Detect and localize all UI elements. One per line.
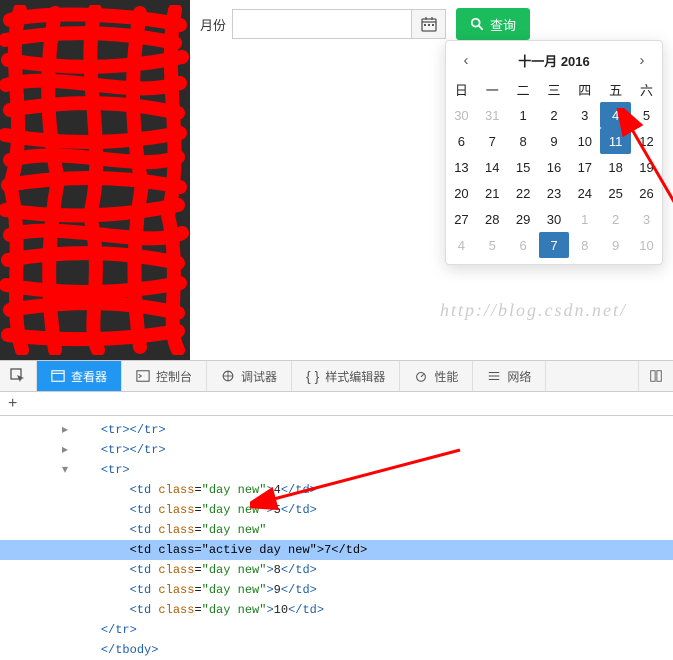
day-cell[interactable]: 2 bbox=[539, 102, 570, 128]
source-line[interactable]: </tbody> bbox=[62, 640, 673, 660]
calendar-button[interactable] bbox=[412, 9, 446, 39]
weekday-header: 二 bbox=[508, 76, 539, 102]
weekday-header: 一 bbox=[477, 76, 508, 102]
day-cell[interactable]: 5 bbox=[631, 102, 662, 128]
calendar-icon bbox=[421, 16, 437, 32]
day-cell[interactable]: 24 bbox=[569, 180, 600, 206]
day-cell[interactable]: 3 bbox=[631, 206, 662, 232]
month-input[interactable] bbox=[232, 9, 412, 39]
day-cell[interactable]: 2 bbox=[600, 206, 631, 232]
day-cell[interactable]: 8 bbox=[508, 128, 539, 154]
devtools-options-icon[interactable] bbox=[638, 361, 673, 391]
day-cell[interactable]: 7 bbox=[477, 128, 508, 154]
new-tab-button[interactable]: + bbox=[0, 392, 673, 416]
day-cell[interactable]: 10 bbox=[631, 232, 662, 258]
tab-inspector[interactable]: 查看器 bbox=[37, 361, 122, 391]
datepicker-title[interactable]: 十一月 2016 bbox=[518, 51, 590, 70]
day-cell[interactable]: 17 bbox=[569, 154, 600, 180]
day-cell[interactable]: 28 bbox=[477, 206, 508, 232]
weekday-header: 四 bbox=[569, 76, 600, 102]
day-cell[interactable]: 27 bbox=[446, 206, 477, 232]
tab-inspector-label: 查看器 bbox=[71, 368, 107, 385]
source-line[interactable]: <td class="day new">10</td> bbox=[62, 600, 673, 620]
day-cell[interactable]: 6 bbox=[508, 232, 539, 258]
source-line[interactable]: <td class="day new">8</td> bbox=[62, 560, 673, 580]
day-cell[interactable]: 30 bbox=[539, 206, 570, 232]
datepicker-grid: 日一二三四五六 30311234567891011121314151617181… bbox=[446, 76, 662, 258]
day-cell[interactable]: 3 bbox=[569, 102, 600, 128]
day-cell[interactable]: 5 bbox=[477, 232, 508, 258]
html-source-panel[interactable]: ▸ <tr></tr>▸ <tr></tr>▾ <tr> <td class="… bbox=[0, 416, 673, 660]
source-line[interactable]: <td class="active day new">7</td> bbox=[0, 540, 673, 560]
tab-perf-label: 性能 bbox=[434, 368, 458, 385]
source-line[interactable]: ▸ <tr></tr> bbox=[62, 440, 673, 460]
next-month-button[interactable]: › bbox=[632, 52, 652, 69]
day-cell[interactable]: 21 bbox=[477, 180, 508, 206]
day-cell[interactable]: 13 bbox=[446, 154, 477, 180]
source-line[interactable]: <td class="day new">4</td> bbox=[62, 480, 673, 500]
prev-month-button[interactable]: ‹ bbox=[456, 52, 476, 69]
source-line[interactable]: <td class="day new" bbox=[62, 520, 673, 540]
day-cell[interactable]: 14 bbox=[477, 154, 508, 180]
day-cell[interactable]: 18 bbox=[600, 154, 631, 180]
weekday-header: 五 bbox=[600, 76, 631, 102]
inspect-element-icon[interactable] bbox=[0, 361, 37, 391]
search-icon bbox=[470, 17, 484, 31]
day-cell[interactable]: 15 bbox=[508, 154, 539, 180]
day-cell[interactable]: 9 bbox=[539, 128, 570, 154]
day-cell[interactable]: 8 bbox=[569, 232, 600, 258]
day-cell[interactable]: 16 bbox=[539, 154, 570, 180]
weekday-header: 六 bbox=[631, 76, 662, 102]
day-cell[interactable]: 4 bbox=[446, 232, 477, 258]
day-cell[interactable]: 29 bbox=[508, 206, 539, 232]
day-cell[interactable]: 10 bbox=[569, 128, 600, 154]
tab-style-editor[interactable]: { } 样式编辑器 bbox=[292, 361, 400, 391]
tab-debugger-label: 调试器 bbox=[241, 368, 277, 385]
day-cell[interactable]: 31 bbox=[477, 102, 508, 128]
day-cell[interactable]: 30 bbox=[446, 102, 477, 128]
day-cell[interactable]: 4 bbox=[600, 102, 631, 128]
source-line[interactable]: </tr> bbox=[62, 620, 673, 640]
tab-style-label: 样式编辑器 bbox=[325, 368, 385, 385]
source-line[interactable]: ▸ <tr></tr> bbox=[62, 420, 673, 440]
day-cell[interactable]: 1 bbox=[508, 102, 539, 128]
watermark-text: http://blog.csdn.net/ bbox=[440, 300, 627, 321]
day-cell[interactable]: 11 bbox=[600, 128, 631, 154]
day-cell[interactable]: 19 bbox=[631, 154, 662, 180]
day-cell[interactable]: 6 bbox=[446, 128, 477, 154]
day-cell[interactable]: 20 bbox=[446, 180, 477, 206]
day-cell[interactable]: 26 bbox=[631, 180, 662, 206]
sidebar-redacted bbox=[0, 0, 190, 360]
day-cell[interactable]: 25 bbox=[600, 180, 631, 206]
month-label: 月份 bbox=[200, 15, 226, 34]
datepicker-popup: ‹ 十一月 2016 › 日一二三四五六 3031123456789101112… bbox=[445, 40, 663, 265]
weekday-header: 日 bbox=[446, 76, 477, 102]
day-cell[interactable]: 22 bbox=[508, 180, 539, 206]
source-line[interactable]: ▾ <tr> bbox=[62, 460, 673, 480]
query-button[interactable]: 查询 bbox=[456, 8, 530, 40]
tab-debugger[interactable]: 调试器 bbox=[207, 361, 292, 391]
query-button-label: 查询 bbox=[490, 15, 516, 34]
tab-console-label: 控制台 bbox=[156, 368, 192, 385]
day-cell[interactable]: 12 bbox=[631, 128, 662, 154]
tab-performance[interactable]: 性能 bbox=[400, 361, 473, 391]
source-line[interactable]: <td class="day new">9</td> bbox=[62, 580, 673, 600]
day-cell[interactable]: 1 bbox=[569, 206, 600, 232]
day-cell[interactable]: 23 bbox=[539, 180, 570, 206]
weekday-header: 三 bbox=[539, 76, 570, 102]
day-cell[interactable]: 9 bbox=[600, 232, 631, 258]
source-line[interactable]: <td class="day new">5</td> bbox=[62, 500, 673, 520]
devtools-tabbar: 查看器 控制台 调试器 { } 样式编辑器 性能 网络 bbox=[0, 360, 673, 392]
tab-console[interactable]: 控制台 bbox=[122, 361, 207, 391]
tab-network-label: 网络 bbox=[507, 368, 531, 385]
day-cell[interactable]: 7 bbox=[539, 232, 570, 258]
tab-network[interactable]: 网络 bbox=[473, 361, 546, 391]
